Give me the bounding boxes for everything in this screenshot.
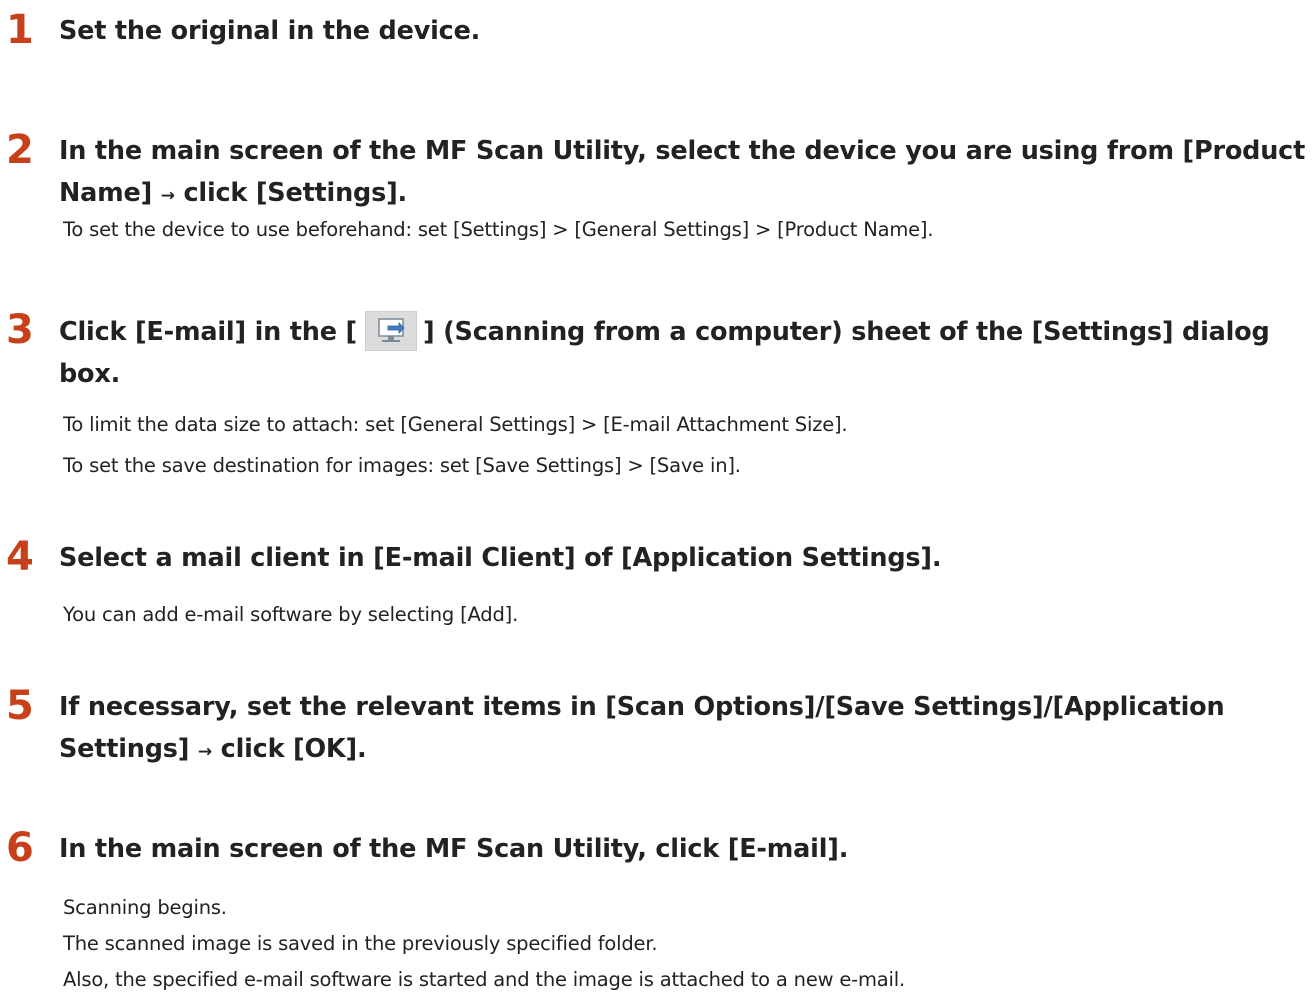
step-heading: In the main screen of the MF Scan Utilit… (59, 130, 1308, 217)
heading-text: ] (Scanning from a computer) sheet of th… (422, 317, 1270, 347)
step-heading-line: Select a mail client in [E-mail Client] … (59, 543, 942, 573)
step-heading: If necessary, set the relevant items in … (59, 686, 1308, 773)
description-line: The scanned image is saved in the previo… (63, 932, 658, 955)
description-line: Also, the specified e-mail software is s… (63, 968, 905, 991)
step-heading-line: box. (59, 359, 121, 389)
step-description: To set the device to use beforehand: set… (63, 212, 934, 248)
heading-text: click [Settings]. (183, 178, 408, 208)
step-number: 2 (6, 127, 34, 173)
step-number: 5 (6, 683, 34, 729)
step-heading-line: If necessary, set the relevant items in … (59, 692, 1225, 722)
step-number: 1 (6, 7, 34, 53)
right-arrow-icon: → (160, 186, 175, 206)
description-line: You can add e-mail software by selecting… (63, 603, 519, 626)
step-heading: Set the original in the device. (59, 10, 1308, 52)
step-number: 4 (6, 534, 34, 580)
computer-scan-icon (364, 311, 417, 351)
step-heading-line: Name] → click [Settings]. (59, 172, 1308, 217)
step-heading-line: Click [E-mail] in the [ ] (Scanning from… (59, 310, 1308, 354)
step-heading: Select a mail client in [E-mail Client] … (59, 537, 1308, 579)
step-heading-line: In the main screen of the MF Scan Utilit… (59, 834, 849, 864)
step-number: 6 (6, 825, 34, 871)
description-line: To set the save destination for images: … (63, 454, 741, 477)
step-description: To limit the data size to attach: set [G… (63, 407, 848, 484)
description-line: To set the device to use beforehand: set… (63, 218, 934, 241)
step-description: You can add e-mail software by selecting… (63, 597, 518, 633)
step-heading-line: Settings] → click [OK]. (59, 728, 1308, 773)
description-line: Scanning begins. (63, 896, 227, 919)
heading-text: click [OK]. (220, 734, 367, 764)
right-arrow-icon: → (197, 742, 212, 762)
description-line: To limit the data size to attach: set [G… (63, 413, 848, 436)
step-heading: In the main screen of the MF Scan Utilit… (59, 828, 1308, 870)
step-description: Scanning begins. The scanned image is sa… (63, 890, 905, 998)
step-heading: Click [E-mail] in the [ ] (Scanning from… (59, 310, 1308, 394)
heading-text: Click [E-mail] in the [ (59, 317, 357, 347)
step-heading-line: Set the original in the device. (59, 16, 481, 46)
step-number: 3 (6, 307, 34, 353)
step-heading-line: In the main screen of the MF Scan Utilit… (59, 136, 1306, 166)
heading-text: Name] (59, 178, 153, 208)
heading-text: Settings] (59, 734, 190, 764)
